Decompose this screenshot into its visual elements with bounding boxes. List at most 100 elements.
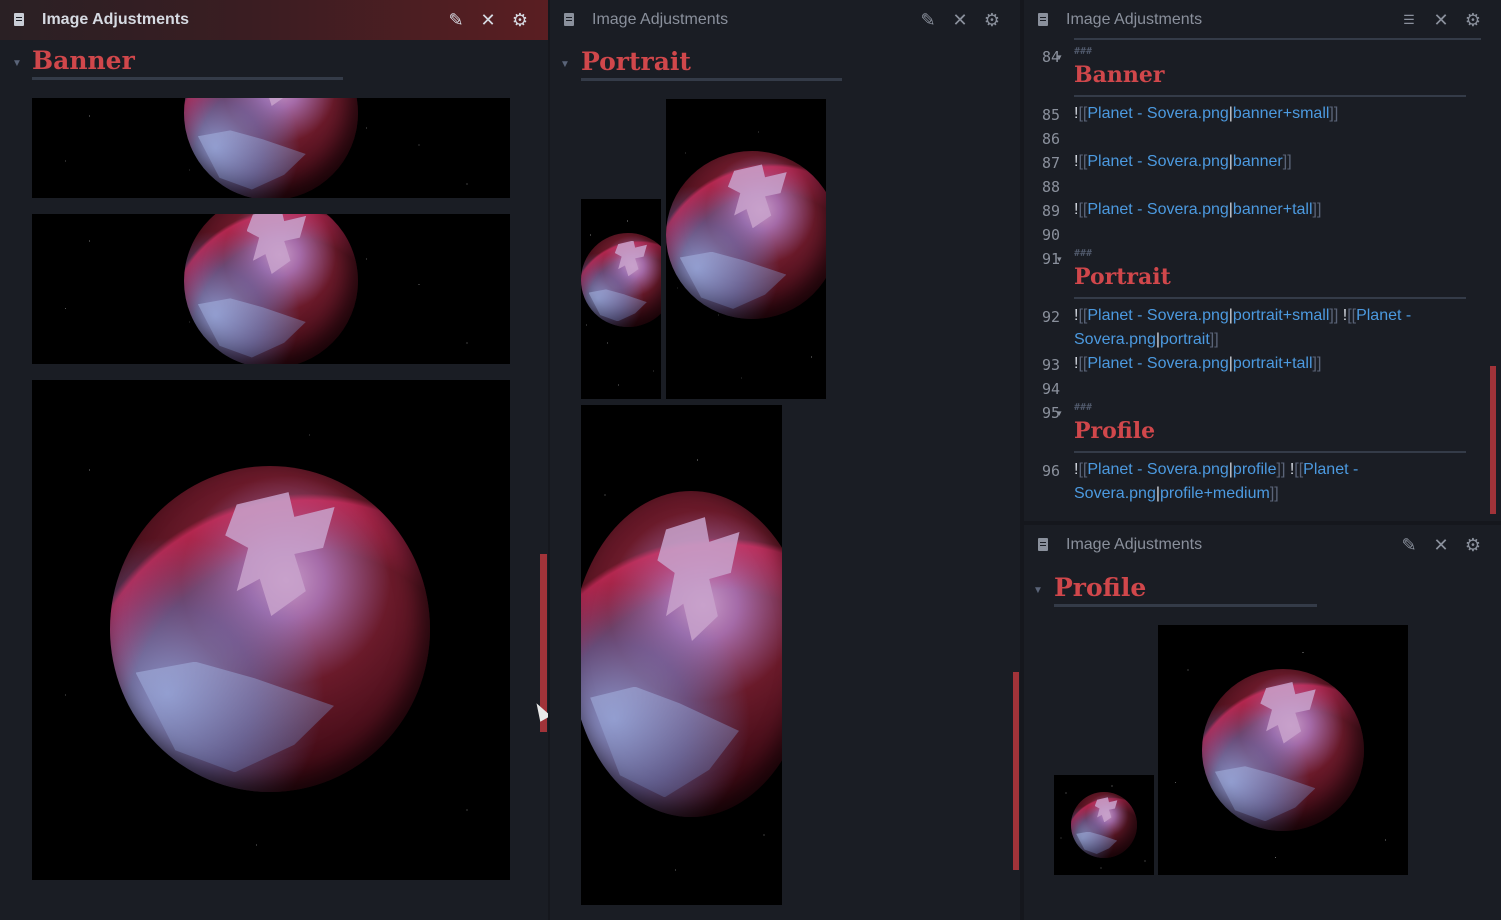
code-line[interactable]: ![[Planet - Sovera.png|banner+tall]]: [1074, 198, 1471, 222]
link-bracket: ]]: [1209, 331, 1219, 348]
link-bracket: [[: [1078, 461, 1088, 478]
planet-image-banner[interactable]: [32, 214, 510, 364]
fold-icon[interactable]: ▾: [1057, 52, 1062, 63]
gear-icon[interactable]: ⚙: [976, 6, 1008, 34]
source-editor-pane: Image Adjustments ☰ ✕ ⚙ 84 ▾ ### Banner 85 ![…: [1024, 0, 1501, 521]
pane-title: Image Adjustments: [42, 11, 189, 28]
code-line[interactable]: ![[Planet - Sovera.png|banner]]: [1074, 150, 1471, 174]
scrollbar-thumb[interactable]: [1013, 672, 1019, 870]
link-bracket: ]]: [1269, 485, 1279, 502]
code-heading: Portrait: [1074, 264, 1171, 290]
wikilink-text[interactable]: Planet - Sovera.png: [1087, 355, 1228, 372]
link-bracket: [[: [1078, 201, 1088, 218]
profile-preview-pane: Image Adjustments ✎ ✕ ⚙ ▼ Profile: [1024, 525, 1501, 920]
wikilink-text[interactable]: profile: [1233, 461, 1277, 478]
code-heading: Profile: [1074, 418, 1156, 444]
pane-header[interactable]: Image Adjustments ☰ ✕ ⚙: [1024, 0, 1501, 40]
gear-icon[interactable]: ⚙: [1457, 531, 1489, 559]
document-icon: [562, 13, 576, 27]
close-icon[interactable]: ✕: [1425, 531, 1457, 559]
line-number: 93: [1041, 356, 1060, 374]
outline-icon[interactable]: ☰: [1393, 6, 1425, 34]
gear-icon[interactable]: ⚙: [1457, 6, 1489, 34]
heading-underline: [1074, 297, 1466, 299]
link-bracket: ]]: [1312, 201, 1322, 218]
scrollbar-thumb[interactable]: [1490, 366, 1496, 514]
banner-preview-pane: Image Adjustments ✎ ✕ ⚙ ▼ Banner: [0, 0, 548, 920]
planet-image-profile-medium[interactable]: [1158, 625, 1408, 875]
wikilink-text[interactable]: Planet - Sovera.png: [1087, 153, 1228, 170]
line-number: 96: [1041, 462, 1060, 480]
line-number: 91: [1041, 250, 1060, 268]
line-number: 85: [1041, 106, 1060, 124]
heading-underline: [32, 77, 343, 80]
wikilink-text[interactable]: profile+medium: [1160, 485, 1270, 502]
link-bracket: [[: [1078, 153, 1088, 170]
code-line[interactable]: ![[Planet - Sovera.png|portrait+small]] …: [1074, 304, 1471, 352]
embed-marker: !: [1338, 307, 1348, 324]
wikilink-text[interactable]: Planet - Sovera.png: [1087, 201, 1228, 218]
line-number: 94: [1041, 380, 1060, 398]
line-number: 95: [1041, 404, 1060, 422]
pane-header[interactable]: Image Adjustments ✎ ✕ ⚙: [0, 0, 548, 40]
close-icon[interactable]: ✕: [944, 6, 976, 34]
wikilink-text[interactable]: portrait+tall: [1233, 355, 1313, 372]
heading-marker: ###: [1074, 248, 1093, 259]
section-heading: Portrait: [581, 47, 691, 76]
fold-icon[interactable]: ▾: [1057, 408, 1062, 419]
heading-underline: [1054, 604, 1317, 607]
line-number: 86: [1041, 130, 1060, 148]
line-number: 88: [1041, 178, 1060, 196]
pane-header[interactable]: Image Adjustments ✎ ✕ ⚙: [1024, 525, 1501, 565]
wikilink-text[interactable]: banner+tall: [1233, 201, 1313, 218]
code-line[interactable]: ![[Planet - Sovera.png|banner+small]]: [1074, 102, 1471, 126]
code-line[interactable]: ![[Planet - Sovera.png|portrait+tall]]: [1074, 352, 1471, 376]
pencil-icon[interactable]: ✎: [440, 6, 472, 34]
link-bracket: [[: [1294, 461, 1304, 478]
collapse-icon[interactable]: ▼: [12, 58, 22, 69]
pencil-icon[interactable]: ✎: [912, 6, 944, 34]
planet-image-banner-tall[interactable]: [32, 380, 510, 880]
collapse-icon[interactable]: ▼: [1033, 585, 1043, 596]
section-heading: Profile: [1054, 573, 1147, 602]
header-divider: [1074, 38, 1481, 40]
fold-icon[interactable]: ▾: [1057, 254, 1062, 265]
link-bracket: [[: [1078, 105, 1088, 122]
planet-image-banner-small[interactable]: [32, 98, 510, 198]
portrait-preview-pane: Image Adjustments ✎ ✕ ⚙ ▼ Portrait: [550, 0, 1020, 920]
wikilink-text[interactable]: Planet - Sovera.png: [1087, 105, 1228, 122]
wikilink-text[interactable]: portrait: [1160, 331, 1210, 348]
heading-marker: ###: [1074, 46, 1093, 57]
pencil-icon[interactable]: ✎: [1393, 531, 1425, 559]
planet-image-portrait-small[interactable]: [581, 199, 661, 399]
wikilink-text[interactable]: Planet - Sovera.png: [1087, 307, 1228, 324]
heading-underline: [581, 78, 842, 81]
link-bracket: ]]: [1329, 105, 1339, 122]
embed-marker: !: [1285, 461, 1295, 478]
heading-underline: [1074, 95, 1466, 97]
code-line[interactable]: ![[Planet - Sovera.png|profile]] ![[Plan…: [1074, 458, 1471, 506]
document-icon: [1036, 538, 1050, 552]
section-heading: Banner: [32, 46, 135, 75]
pane-header[interactable]: Image Adjustments ✎ ✕ ⚙: [550, 0, 1020, 40]
planet-image-profile[interactable]: [1054, 775, 1154, 875]
line-number: 84: [1041, 48, 1060, 66]
pane-title: Image Adjustments: [1066, 11, 1203, 28]
link-bracket: [[: [1078, 355, 1088, 372]
link-bracket: ]]: [1312, 355, 1322, 372]
planet-image-portrait-tall[interactable]: [581, 405, 782, 905]
close-icon[interactable]: ✕: [472, 6, 504, 34]
line-number: 89: [1041, 202, 1060, 220]
gear-icon[interactable]: ⚙: [504, 6, 536, 34]
wikilink-text[interactable]: Planet - Sovera.png: [1087, 461, 1228, 478]
pane-title: Image Adjustments: [1066, 536, 1203, 553]
wikilink-text[interactable]: banner+small: [1233, 105, 1330, 122]
document-icon: [12, 13, 26, 27]
collapse-icon[interactable]: ▼: [560, 59, 570, 70]
planet-image-portrait[interactable]: [666, 99, 826, 399]
link-bracket: [[: [1347, 307, 1357, 324]
close-icon[interactable]: ✕: [1425, 6, 1457, 34]
wikilink-text[interactable]: portrait+small: [1233, 307, 1329, 324]
link-bracket: [[: [1078, 307, 1088, 324]
wikilink-text[interactable]: banner: [1233, 153, 1283, 170]
